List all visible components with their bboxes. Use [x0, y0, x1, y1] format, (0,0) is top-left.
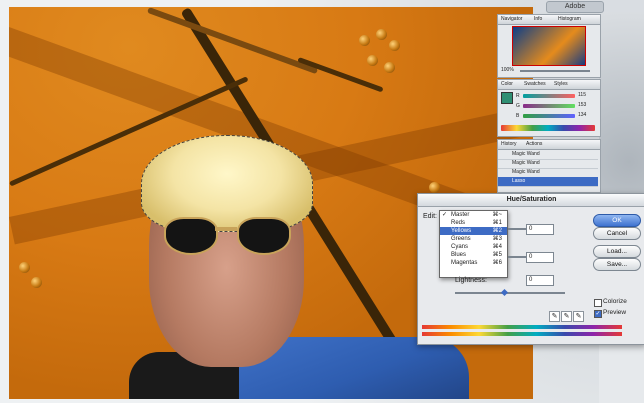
- menu-item-shortcut: ⌘6: [492, 260, 502, 266]
- menu-item-yellows[interactable]: Yellows ⌘2: [440, 227, 507, 235]
- channel-r-label: R: [516, 93, 520, 99]
- cancel-button[interactable]: Cancel: [593, 227, 641, 240]
- history-palette[interactable]: History Actions Magic Wand Magic Wand Ma…: [497, 139, 601, 193]
- navigator-thumbnail[interactable]: [512, 26, 586, 66]
- channel-r-value[interactable]: 115: [578, 92, 586, 98]
- color-ramp[interactable]: [501, 125, 595, 131]
- hue-saturation-dialog[interactable]: Hue/Saturation Edit: ✓ Master ⌘~ Reds ⌘1 Ye…: [417, 193, 644, 345]
- tab-styles[interactable]: Styles: [554, 81, 568, 87]
- menu-item-label: Cyans: [451, 244, 469, 250]
- menu-item-label: Blues: [451, 252, 467, 258]
- menu-item-shortcut: ⌘2: [492, 228, 502, 234]
- menu-item-reds[interactable]: Reds ⌘1: [440, 219, 507, 227]
- history-item-label: Magic Wand: [512, 169, 540, 175]
- sunglasses-bridge: [215, 227, 237, 231]
- menu-item-shortcut: ⌘3: [492, 236, 502, 242]
- navigator-palette[interactable]: Navigator Info Histogram 100%: [497, 14, 601, 78]
- checkmark-icon: ✓: [442, 212, 448, 218]
- dialog-title[interactable]: Hue/Saturation: [418, 194, 644, 207]
- lightness-slider-thumb[interactable]: [500, 288, 509, 297]
- menu-item-shortcut: ⌘4: [492, 244, 502, 250]
- lightness-field[interactable]: 0: [526, 275, 554, 286]
- bolt-icon: [19, 262, 30, 273]
- sunglasses-left-lens: [164, 217, 218, 255]
- history-item-label: Magic Wand: [512, 160, 540, 166]
- channel-b-slider[interactable]: [523, 114, 575, 118]
- channel-r-slider[interactable]: [523, 94, 575, 98]
- lightness-label: Lightness:: [455, 277, 487, 284]
- channel-b-value[interactable]: 134: [578, 112, 586, 118]
- navigator-tabs: Navigator Info Histogram: [498, 15, 600, 25]
- foreground-swatch[interactable]: [501, 92, 513, 104]
- top-tab[interactable]: Adobe: [546, 1, 604, 13]
- load-button[interactable]: Load...: [593, 245, 641, 258]
- menu-item-label: Greens: [451, 236, 471, 242]
- hue-spectrum-bottom: [422, 332, 622, 336]
- bolt-icon: [376, 29, 387, 40]
- hair-selection: [141, 135, 313, 232]
- eyedropper-plus-icon[interactable]: ✎: [561, 311, 572, 322]
- hue-field[interactable]: 0: [526, 224, 554, 235]
- menu-item-cyans[interactable]: Cyans ⌘4: [440, 243, 507, 251]
- tab-swatches[interactable]: Swatches: [524, 81, 546, 87]
- edit-label: Edit:: [423, 213, 438, 220]
- eyedropper-minus-icon[interactable]: ✎: [573, 311, 584, 322]
- channel-g-slider[interactable]: [523, 104, 575, 108]
- history-item-label: Lasso: [512, 178, 526, 184]
- eyedropper-icon[interactable]: ✎: [549, 311, 560, 322]
- tab-history[interactable]: History: [501, 141, 517, 147]
- sunglasses-right-lens: [237, 217, 291, 255]
- tab-actions[interactable]: Actions: [526, 141, 542, 147]
- color-tabs: Color Swatches Styles: [498, 80, 600, 90]
- menu-item-label: Reds: [451, 220, 466, 226]
- top-strip: Adobe: [536, 0, 644, 13]
- tab-navigator[interactable]: Navigator: [501, 16, 522, 22]
- preview-label: Preview: [603, 309, 627, 316]
- lightness-slider[interactable]: [455, 292, 565, 294]
- bolt-icon: [359, 35, 370, 46]
- menu-item-greens[interactable]: Greens ⌘3: [440, 235, 507, 243]
- channel-b-label: B: [516, 113, 520, 119]
- menu-item-label: Magentas: [451, 260, 478, 266]
- menu-item-magentas[interactable]: Magentas ⌘6: [440, 259, 507, 267]
- ok-button[interactable]: OK: [593, 214, 641, 227]
- color-palette[interactable]: Color Swatches Styles R 115 G 153 B 134: [497, 79, 601, 137]
- zoom-level[interactable]: 100%: [501, 67, 514, 73]
- hue-spectrum-top: [422, 325, 622, 329]
- menu-item-label: Master: [451, 212, 470, 218]
- colorize-label: Colorize: [603, 298, 627, 305]
- menu-item-blues[interactable]: Blues ⌘5: [440, 251, 507, 259]
- history-tabs: History Actions: [498, 140, 600, 150]
- wing-strut: [146, 7, 319, 75]
- bolt-icon: [384, 62, 395, 73]
- bolt-icon: [31, 277, 42, 288]
- bolt-icon: [429, 182, 440, 193]
- history-item-label: Magic Wand: [512, 151, 540, 157]
- menu-item-shortcut: ⌘1: [492, 220, 502, 226]
- colorize-checkbox[interactable]: [594, 299, 602, 307]
- menu-item-label: Yellows: [451, 228, 472, 234]
- save-button[interactable]: Save...: [593, 258, 641, 271]
- bolt-icon: [389, 40, 400, 51]
- tab-info[interactable]: Info: [534, 16, 542, 22]
- menu-item-master[interactable]: ✓ Master ⌘~: [440, 211, 507, 219]
- tab-histogram[interactable]: Histogram: [558, 16, 581, 22]
- edit-dropdown-menu[interactable]: ✓ Master ⌘~ Reds ⌘1 Yellows ⌘2 Greens ⌘3 Cyan…: [439, 210, 508, 278]
- channel-g-label: G: [516, 103, 520, 109]
- zoom-slider[interactable]: [520, 70, 590, 72]
- preview-checkbox[interactable]: ✓: [594, 310, 602, 318]
- tab-color[interactable]: Color: [501, 81, 513, 87]
- saturation-field[interactable]: 0: [526, 252, 554, 263]
- menu-item-shortcut: ⌘5: [492, 252, 502, 258]
- menu-item-shortcut: ⌘~: [492, 212, 502, 218]
- history-item-selected[interactable]: Lasso: [498, 177, 598, 187]
- bolt-icon: [367, 55, 378, 66]
- channel-g-value[interactable]: 153: [578, 102, 586, 108]
